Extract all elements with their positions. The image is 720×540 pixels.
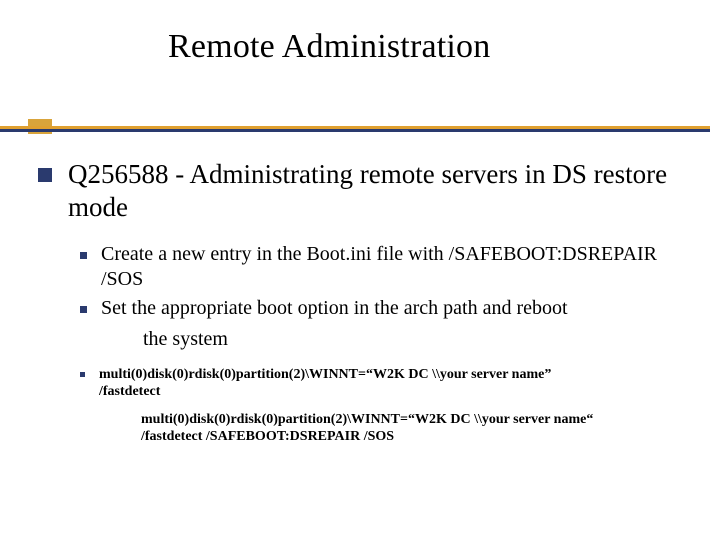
code-block-2: multi(0)disk(0)rdisk(0)partition(2)\WINN…	[141, 411, 692, 446]
sub-bullets: Create a new entry in the Boot.ini file …	[80, 242, 692, 352]
bullet-level1: Q256588 - Administrating remote servers …	[38, 158, 692, 224]
square-bullet-icon	[80, 252, 87, 259]
step-1-text: Create a new entry in the Boot.ini file …	[101, 242, 692, 292]
square-bullet-icon	[80, 306, 87, 313]
divider-bottom	[0, 129, 710, 132]
bullet-level2: Set the appropriate boot option in the a…	[80, 296, 692, 321]
slide-title: Remote Administration	[168, 28, 682, 66]
divider	[0, 126, 710, 132]
code-bullets: multi(0)disk(0)rdisk(0)partition(2)\WINN…	[80, 366, 692, 446]
code-block-1: multi(0)disk(0)rdisk(0)partition(2)\WINN…	[99, 366, 551, 401]
square-bullet-icon	[38, 168, 52, 182]
topic-text: Q256588 - Administrating remote servers …	[68, 158, 692, 224]
title-wrap: Remote Administration	[168, 28, 682, 66]
slide: Remote Administration Q256588 - Administ…	[0, 0, 720, 540]
square-bullet-icon	[80, 372, 85, 377]
code-line: /fastdetect /SAFEBOOT:DSREPAIR /SOS	[141, 428, 692, 446]
content: Q256588 - Administrating remote servers …	[38, 158, 692, 446]
bullet-level2: Create a new entry in the Boot.ini file …	[80, 242, 692, 292]
code-line: multi(0)disk(0)rdisk(0)partition(2)\WINN…	[99, 366, 551, 384]
bullet-level3: multi(0)disk(0)rdisk(0)partition(2)\WINN…	[80, 366, 692, 401]
step-2-text: Set the appropriate boot option in the a…	[101, 296, 568, 321]
code-line: /fastdetect	[99, 383, 551, 401]
step-2-continuation: the system	[143, 327, 692, 352]
code-line: multi(0)disk(0)rdisk(0)partition(2)\WINN…	[141, 411, 692, 429]
